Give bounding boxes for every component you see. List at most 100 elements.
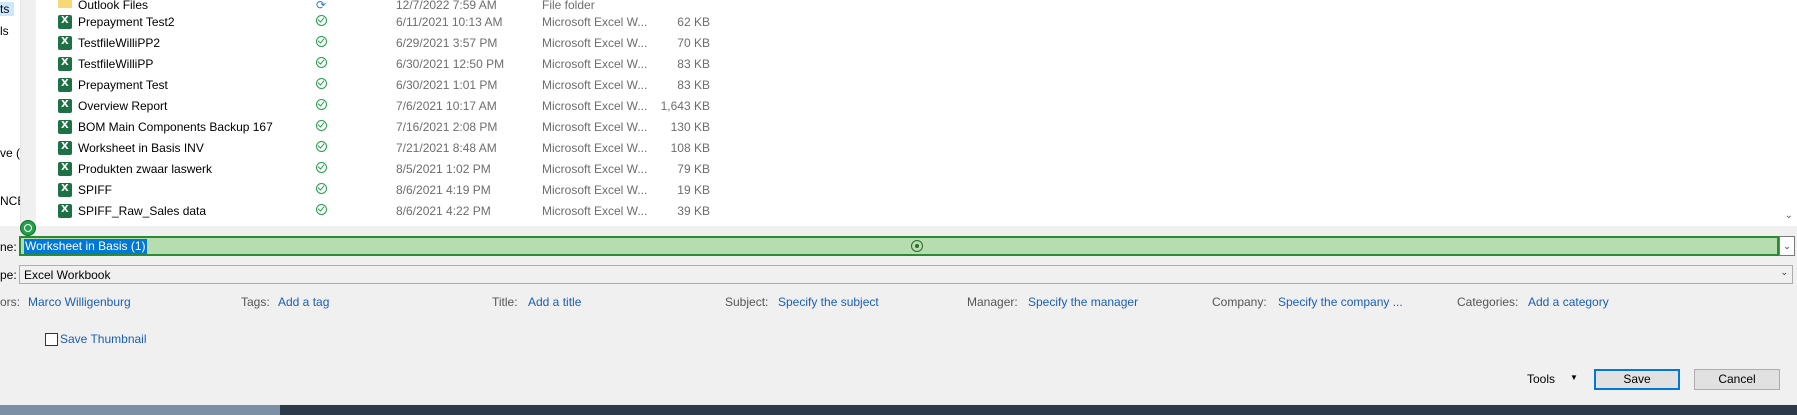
nav-item[interactable]: NCE: [0, 194, 20, 208]
file-size: 83 KB: [677, 78, 710, 92]
categories-label: Categories:: [1457, 295, 1519, 309]
sync-icon: ⟳: [316, 0, 327, 12]
file-row[interactable]: Prepayment Test 6/30/2021 1:01 PM Micros…: [36, 75, 736, 96]
file-type: Microsoft Excel W...: [542, 204, 648, 218]
excel-icon: [58, 15, 72, 29]
file-type: Microsoft Excel W...: [542, 120, 648, 134]
file-name: SPIFF_Raw_Sales data: [78, 204, 207, 218]
folder-icon: [58, 0, 72, 8]
file-date: 6/30/2021 1:01 PM: [396, 78, 498, 92]
caret-down-icon[interactable]: ▼: [1570, 373, 1578, 382]
excel-icon: [58, 120, 72, 134]
file-row[interactable]: Prepayment Test2 6/11/2021 10:13 AM Micr…: [36, 12, 736, 33]
excel-icon: [58, 36, 72, 50]
file-type: Microsoft Excel W...: [542, 99, 648, 113]
title-label: Title:: [492, 295, 518, 309]
file-type: Microsoft Excel W...: [542, 141, 648, 155]
excel-icon: [58, 57, 72, 71]
file-size: 83 KB: [677, 57, 710, 71]
excel-icon: [58, 204, 72, 218]
navigation-pane: ts ls ve (H NCE: [0, 0, 21, 226]
authors-label: ors:: [0, 295, 21, 309]
authors-field[interactable]: Marco Willigenburg: [28, 295, 131, 309]
file-row[interactable]: Worksheet in Basis INV 7/21/2021 8:48 AM…: [36, 138, 736, 159]
file-size: 19 KB: [677, 183, 710, 197]
file-type-value: Excel Workbook: [24, 268, 111, 282]
available-icon: [316, 99, 327, 110]
file-name: Worksheet in Basis INV: [78, 141, 204, 155]
save-thumbnail-checkbox[interactable]: [45, 333, 58, 346]
excel-icon: [58, 183, 72, 197]
file-name: Prepayment Test2: [78, 15, 175, 29]
file-type-select[interactable]: Excel Workbook ⌄: [19, 265, 1793, 284]
available-icon: [316, 162, 327, 173]
file-row[interactable]: BOM Main Components Backup 167 7/16/2021…: [36, 117, 736, 138]
tools-button[interactable]: Tools: [1527, 372, 1555, 386]
crosshair-icon: [911, 240, 923, 252]
cancel-button[interactable]: Cancel: [1694, 369, 1780, 390]
company-field[interactable]: Specify the company ...: [1278, 295, 1403, 309]
excel-icon: [58, 162, 72, 176]
subject-label: Subject:: [725, 295, 769, 309]
excel-icon: [58, 78, 72, 92]
scroll-down-icon[interactable]: ⌄: [1785, 210, 1793, 221]
nav-item[interactable]: ts: [0, 2, 14, 16]
file-date: 8/6/2021 4:19 PM: [396, 183, 491, 197]
file-row[interactable]: Produkten zwaar laswerk 8/5/2021 1:02 PM…: [36, 159, 736, 180]
file-size: 130 KB: [670, 120, 710, 134]
filename-input[interactable]: Worksheet in Basis (1): [19, 236, 1779, 256]
tags-label: Tags:: [241, 295, 270, 309]
available-icon: [316, 15, 327, 26]
title-field[interactable]: Add a title: [528, 295, 581, 309]
file-date: 7/21/2021 8:48 AM: [396, 141, 497, 155]
file-size: 39 KB: [677, 204, 710, 218]
categories-field[interactable]: Add a category: [1528, 295, 1609, 309]
file-date: 8/5/2021 1:02 PM: [396, 162, 491, 176]
nav-item[interactable]: ve (H: [0, 146, 20, 160]
file-name: Prepayment Test: [78, 78, 168, 92]
file-size: 62 KB: [677, 15, 710, 29]
file-date: 6/11/2021 10:13 AM: [396, 15, 503, 29]
file-row[interactable]: TestfileWilliPP 6/30/2021 12:50 PM Micro…: [36, 54, 736, 75]
type-label: pe:: [0, 268, 17, 282]
taskbar: [0, 405, 1797, 415]
excel-icon: [58, 99, 72, 113]
file-type: Microsoft Excel W...: [542, 15, 648, 29]
file-type: File folder: [542, 0, 595, 12]
available-icon: [316, 141, 327, 152]
file-date: 12/7/2022 7:59 AM: [396, 0, 497, 12]
file-type: Microsoft Excel W...: [542, 78, 648, 92]
file-size: 79 KB: [677, 162, 710, 176]
subject-field[interactable]: Specify the subject: [778, 295, 879, 309]
file-name: SPIFF: [78, 183, 113, 197]
company-label: Company:: [1212, 295, 1267, 309]
nav-item[interactable]: ls: [0, 24, 9, 38]
manager-field[interactable]: Specify the manager: [1028, 295, 1138, 309]
file-row[interactable]: Overview Report 7/6/2021 10:17 AM Micros…: [36, 96, 736, 117]
file-size: 1,643 KB: [660, 99, 710, 113]
available-icon: [316, 204, 327, 215]
file-name: TestfileWilliPP: [78, 57, 154, 71]
file-type: Microsoft Excel W...: [542, 162, 648, 176]
file-name: Outlook Files: [78, 0, 149, 12]
tags-field[interactable]: Add a tag: [278, 295, 329, 309]
file-date: 7/16/2021 2:08 PM: [396, 120, 498, 134]
file-size: 70 KB: [677, 36, 710, 50]
save-thumbnail-label[interactable]: Save Thumbnail: [60, 332, 147, 346]
file-row[interactable]: TestfileWilliPP2 6/29/2021 3:57 PM Micro…: [36, 33, 736, 54]
file-date: 8/6/2021 4:22 PM: [396, 204, 491, 218]
file-row[interactable]: SPIFF 8/6/2021 4:19 PM Microsoft Excel W…: [36, 180, 736, 201]
file-name: BOM Main Components Backup 167: [78, 120, 273, 134]
filename-dropdown-icon[interactable]: ⌄: [1779, 236, 1795, 256]
available-icon: [316, 78, 327, 89]
save-button[interactable]: Save: [1594, 369, 1680, 390]
file-date: 6/29/2021 3:57 PM: [396, 36, 498, 50]
file-list: ⟳ Outlook Files 12/7/2022 7:59 AM File f…: [36, 0, 1797, 226]
file-type: Microsoft Excel W...: [542, 183, 648, 197]
file-date: 6/30/2021 12:50 PM: [396, 57, 505, 71]
file-name: Produkten zwaar laswerk: [78, 162, 213, 176]
file-name: Overview Report: [78, 99, 168, 113]
file-row[interactable]: SPIFF_Raw_Sales data 8/6/2021 4:22 PM Mi…: [36, 201, 736, 222]
manager-label: Manager:: [967, 295, 1018, 309]
file-name: TestfileWilliPP2: [78, 36, 161, 50]
